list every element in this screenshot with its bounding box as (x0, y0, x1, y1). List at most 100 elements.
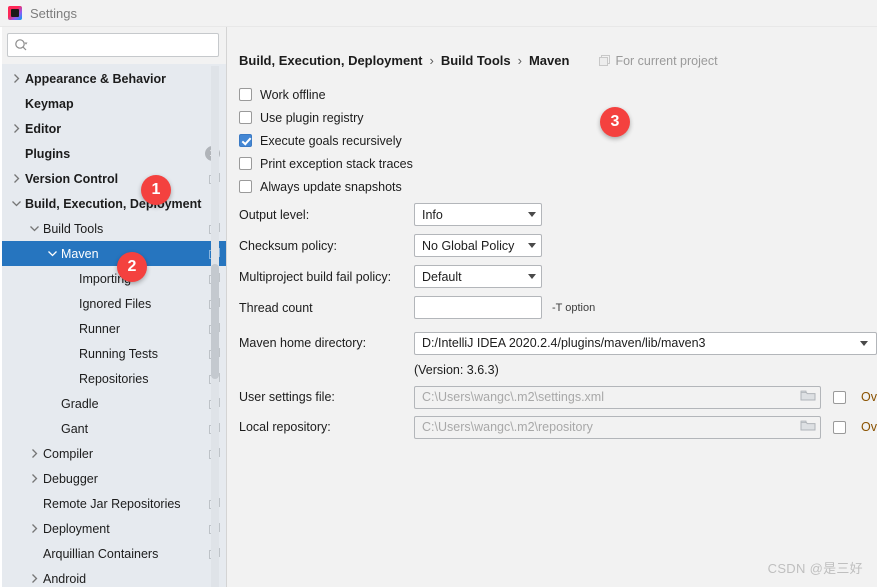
thread-count-label: Thread count (239, 300, 313, 315)
chevron-right-icon[interactable] (28, 472, 41, 485)
checkbox-always-update-snapshots[interactable] (239, 180, 252, 193)
sidebar-item-label: Arquillian Containers (43, 546, 159, 561)
breadcrumb-part-0[interactable]: Build, Execution, Deployment (239, 53, 422, 68)
sidebar-item-label: Editor (25, 121, 62, 136)
fail-policy-select[interactable]: Default (414, 265, 542, 288)
local-repository-field[interactable]: C:\Users\wangc\.m2\repository (414, 415, 822, 439)
user-settings-override-checkbox[interactable] (833, 390, 847, 404)
sidebar-item-keymap[interactable]: Keymap (0, 91, 226, 116)
output-level-select[interactable]: Info (414, 203, 542, 226)
sidebar-item-label: Repositories (79, 371, 149, 386)
checkbox-print-exception-stack-traces[interactable] (239, 157, 252, 170)
sidebar-item-label: Gant (61, 421, 89, 436)
sidebar-item-repositories[interactable]: Repositories (0, 366, 226, 391)
sidebar-item-build-tools[interactable]: Build Tools (0, 216, 226, 241)
annotation-badge-1: 1 (141, 175, 171, 205)
sidebar-item-arquillian-containers[interactable]: Arquillian Containers (0, 541, 226, 566)
sidebar-item-running-tests[interactable]: Running Tests (0, 341, 226, 366)
checkbox-label: Work offline (260, 87, 326, 102)
annotation-badge-2: 2 (117, 252, 147, 282)
folder-browse-icon[interactable] (800, 389, 816, 405)
local-repository-override: Ov (833, 420, 877, 434)
main-split: Appearance & Behavior Keymap Editor Plugins… (0, 27, 877, 587)
chevron-down-icon[interactable] (10, 197, 23, 210)
sidebar-item-maven[interactable]: Maven (0, 241, 226, 266)
checkbox-label: Print exception stack traces (260, 156, 413, 171)
local-repository-row: Local repository: C:\Users\wangc\.m2\rep… (239, 412, 877, 442)
sidebar-item-label: Plugins (25, 146, 71, 161)
sidebar-item-label: Remote Jar Repositories (43, 496, 181, 511)
chevron-down-icon (860, 340, 868, 346)
sidebar-item-build-execution-deployment[interactable]: Build, Execution, Deployment (0, 191, 226, 216)
chevron-down-icon[interactable] (28, 222, 41, 235)
sidebar-item-label: Maven (61, 246, 99, 261)
breadcrumb-separator-icon: › (429, 53, 434, 68)
maven-home-combo[interactable]: D:/IntelliJ IDEA 2020.2.4/plugins/maven/… (414, 331, 877, 355)
sidebar-item-android[interactable]: Android (0, 566, 226, 587)
sidebar-item-label: Build, Execution, Deployment (25, 196, 202, 211)
output-level-value: Info (422, 207, 443, 222)
chevron-right-icon[interactable] (10, 172, 23, 185)
checkbox-work-offline[interactable] (239, 88, 252, 101)
checkbox-row-always-update-snapshots[interactable]: Always update snapshots (239, 175, 877, 198)
watermark: CSDN @是三好 (767, 561, 863, 576)
checkbox-row-print-exception-stack-traces[interactable]: Print exception stack traces (239, 152, 877, 175)
sidebar-item-label: Keymap (25, 96, 74, 111)
sidebar-item-version-control[interactable]: Version Control (0, 166, 226, 191)
chevron-down-icon (528, 212, 536, 217)
checksum-policy-label: Checksum policy: (239, 238, 337, 253)
sidebar-item-label: Build Tools (43, 221, 104, 236)
sidebar-item-label: Ignored Files (79, 296, 152, 311)
sidebar-item-label: Debugger (43, 471, 98, 486)
scope-label: For current project (615, 53, 718, 68)
sidebar-item-importing[interactable]: Importing (0, 266, 226, 291)
checkbox-row-work-offline[interactable]: Work offline (239, 83, 877, 106)
sidebar-item-compiler[interactable]: Compiler (0, 441, 226, 466)
sidebar-item-debugger[interactable]: Debugger (0, 466, 226, 491)
user-settings-label: User settings file: (239, 390, 335, 404)
user-settings-field[interactable]: C:\Users\wangc\.m2\settings.xml (414, 385, 822, 409)
sidebar-item-editor[interactable]: Editor (0, 116, 226, 141)
maven-version-note: (Version: 3.6.3) (414, 363, 499, 377)
checkbox-label: Execute goals recursively (260, 133, 402, 148)
sidebar-scrollbar-thumb[interactable] (211, 264, 219, 379)
checkbox-row-execute-goals-recursively[interactable]: Execute goals recursively (239, 129, 877, 152)
local-repository-override-label: Ov (861, 420, 877, 434)
chevron-right-icon[interactable] (28, 522, 41, 535)
chevron-right-icon[interactable] (28, 447, 41, 460)
sidebar-item-plugins[interactable]: Plugins1 (0, 141, 226, 166)
sidebar-item-runner[interactable]: Runner (0, 316, 226, 341)
folder-browse-icon[interactable] (800, 419, 816, 435)
maven-home-value: D:/IntelliJ IDEA 2020.2.4/plugins/maven/… (422, 336, 706, 350)
sidebar-item-remote-jar-repositories[interactable]: Remote Jar Repositories (0, 491, 226, 516)
output-level-label: Output level: (239, 207, 310, 222)
thread-count-input[interactable] (414, 296, 542, 319)
intellij-idea-icon (8, 6, 22, 20)
checkbox-execute-goals-recursively[interactable] (239, 134, 252, 147)
project-scope-icon (599, 55, 611, 66)
local-repository-override-checkbox[interactable] (833, 420, 847, 434)
breadcrumb-part-1[interactable]: Build Tools (441, 53, 511, 68)
breadcrumb-part-2[interactable]: Maven (529, 53, 569, 68)
checksum-policy-select[interactable]: No Global Policy (414, 234, 542, 257)
search-box[interactable] (7, 33, 219, 57)
thread-count-row: Thread count -T option (239, 293, 877, 322)
sidebar-item-label: Gradle (61, 396, 99, 411)
checkbox-row-use-plugin-registry[interactable]: Use plugin registry (239, 106, 877, 129)
sidebar-item-gradle[interactable]: Gradle (0, 391, 226, 416)
sidebar-item-deployment[interactable]: Deployment (0, 516, 226, 541)
chevron-right-icon[interactable] (10, 122, 23, 135)
chevron-down-icon[interactable] (46, 247, 59, 260)
chevron-right-icon[interactable] (28, 572, 41, 585)
checkbox-use-plugin-registry[interactable] (239, 111, 252, 124)
checkbox-label: Use plugin registry (260, 110, 364, 125)
search-input[interactable] (30, 38, 212, 52)
sidebar-item-ignored-files[interactable]: Ignored Files (0, 291, 226, 316)
chevron-right-icon[interactable] (10, 72, 23, 85)
chevron-down-icon (528, 274, 536, 279)
window-titlebar: Settings (0, 0, 877, 27)
sidebar-item-appearance-behavior[interactable]: Appearance & Behavior (0, 66, 226, 91)
search-icon (14, 38, 28, 52)
sidebar-item-label: Runner (79, 321, 120, 336)
sidebar-item-gant[interactable]: Gant (0, 416, 226, 441)
